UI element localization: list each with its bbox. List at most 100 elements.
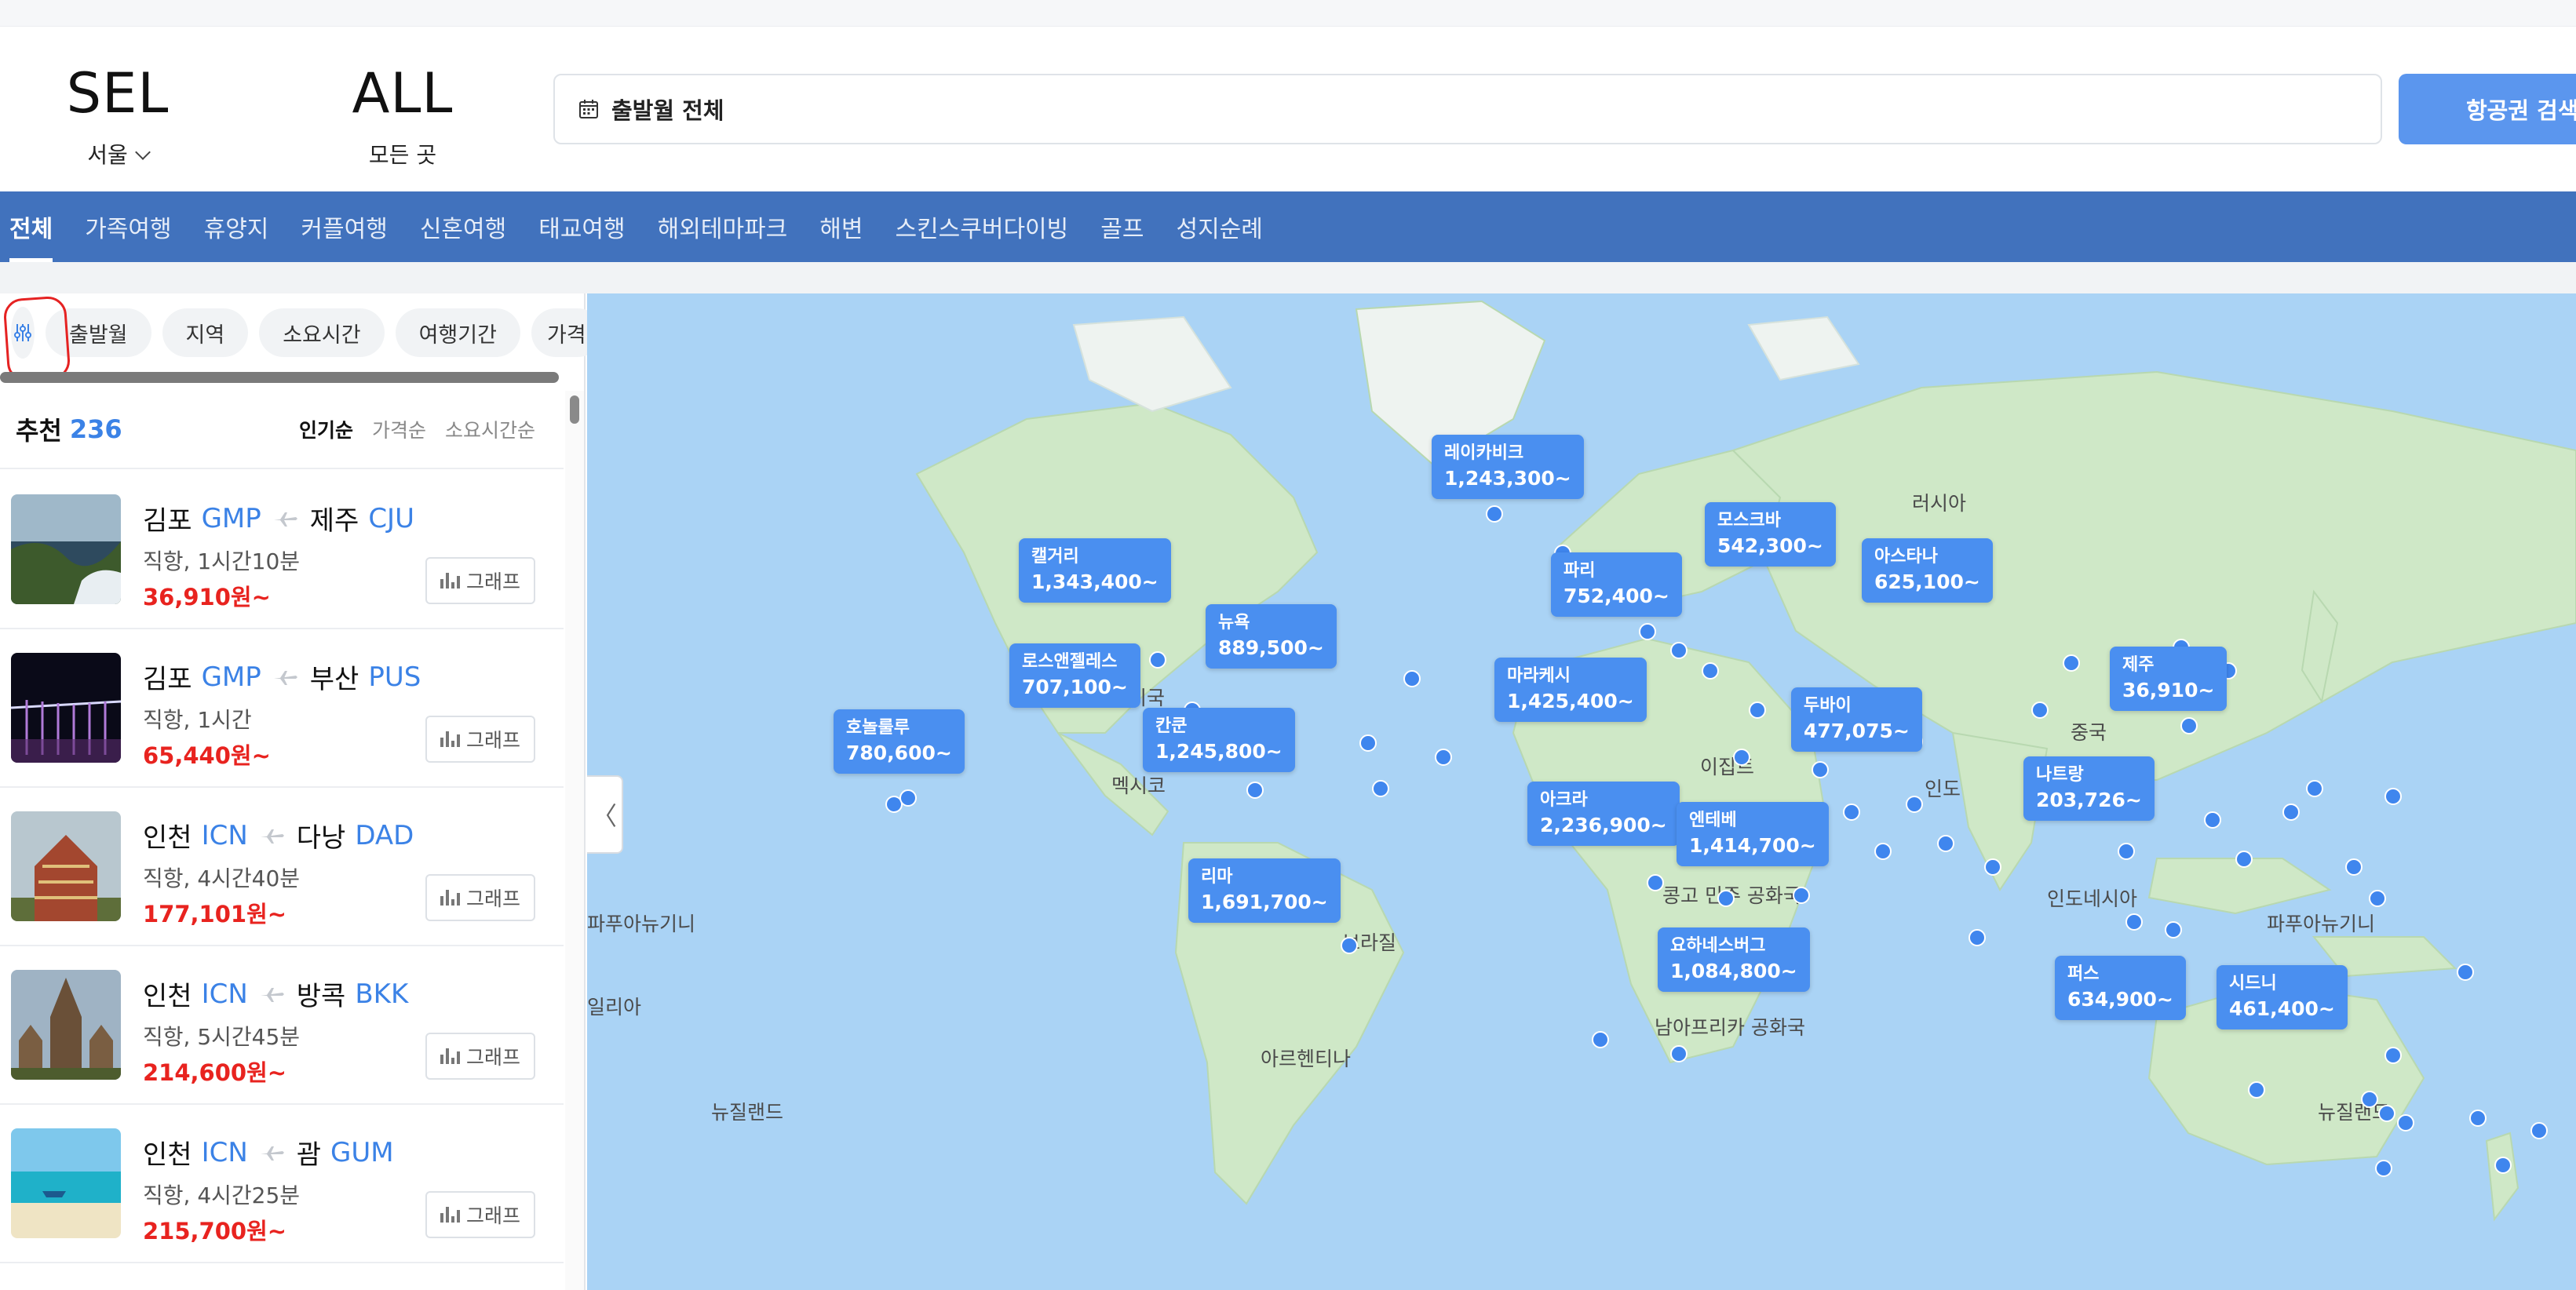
airport-dot[interactable] — [2457, 964, 2474, 981]
airport-dot[interactable] — [1341, 937, 1358, 954]
airport-dot[interactable] — [1246, 782, 1264, 799]
map-pin-jeju[interactable]: 제주 36,910~ — [2110, 647, 2228, 712]
airport-dot[interactable] — [2165, 921, 2182, 938]
map-pin-calgary[interactable]: 캘거리 1,343,400~ — [1019, 538, 1171, 603]
price-graph-button[interactable]: 그래프 — [425, 1191, 535, 1238]
airport-dot[interactable] — [1486, 505, 1503, 523]
tab-pilgrimage[interactable]: 성지순례 — [1176, 191, 1262, 262]
sort-price[interactable]: 가격순 — [372, 415, 426, 443]
airport-dot[interactable] — [2180, 717, 2198, 734]
list-scrollbar-thumb[interactable] — [570, 395, 579, 424]
airport-dot[interactable] — [1733, 749, 1750, 766]
airport-dot[interactable] — [2369, 890, 2386, 907]
price-graph-button[interactable]: 그래프 — [425, 557, 535, 604]
airport-dot[interactable] — [2384, 788, 2402, 805]
airport-dot[interactable] — [1793, 887, 1810, 904]
map-pin-honolulu[interactable]: 호놀룰루 780,600~ — [834, 709, 965, 774]
collapse-panel-button[interactable]: 〈 — [587, 775, 623, 854]
map-pin-entebbe[interactable]: 엔테베 1,414,700~ — [1677, 802, 1829, 867]
airport-dot[interactable] — [2306, 780, 2323, 797]
tab-family[interactable]: 가족여행 — [85, 191, 171, 262]
tab-couple[interactable]: 커플여행 — [301, 191, 387, 262]
origin-selector[interactable]: SEL 서울 — [0, 66, 235, 169]
airport-dot[interactable] — [2530, 1122, 2548, 1139]
map-pin-johannesburg[interactable]: 요하네스버그 1,084,800~ — [1658, 927, 1810, 993]
filter-settings-button[interactable] — [2, 295, 71, 383]
airport-dot[interactable] — [1592, 1031, 1609, 1048]
airport-dot[interactable] — [1670, 1045, 1688, 1062]
airport-dot[interactable] — [2031, 701, 2049, 719]
price-graph-button[interactable]: 그래프 — [425, 874, 535, 921]
airport-dot[interactable] — [1149, 651, 1166, 669]
map-pin-dubai[interactable]: 두바이 477,075~ — [1791, 687, 1922, 752]
flight-item[interactable]: 인천 ICN 방콕 BKK 직항, 5시간45분 214,600원~ 그래프 — [0, 946, 564, 1105]
airport-dot[interactable] — [899, 789, 917, 807]
airport-dot[interactable] — [2378, 1105, 2395, 1122]
airport-dot[interactable] — [2118, 843, 2135, 860]
filter-chip-duration[interactable]: 소요시간 — [259, 308, 385, 357]
tab-resort[interactable]: 휴양지 — [204, 191, 269, 262]
airport-dot[interactable] — [1639, 623, 1656, 640]
map-pin-sydney[interactable]: 시드니 461,400~ — [2217, 965, 2348, 1030]
airport-dot[interactable] — [2384, 1047, 2402, 1064]
world-map[interactable]: 러시아 중국 인도 이집트 미국 멕시코 브라질 아르헨티나 뉴질랜드 파푸아뉴… — [587, 293, 2576, 1290]
airport-dot[interactable] — [2361, 1091, 2378, 1108]
flight-search-button[interactable]: 항공권 검색 — [2399, 74, 2576, 144]
airport-dot[interactable] — [1968, 929, 1986, 946]
airport-dot[interactable] — [1403, 670, 1421, 687]
airport-dot[interactable] — [2469, 1110, 2487, 1127]
airport-dot[interactable] — [1984, 858, 2001, 876]
airport-dot[interactable] — [1647, 874, 1664, 891]
tab-scuba[interactable]: 스킨스쿠버다이빙 — [895, 191, 1068, 262]
airport-dot[interactable] — [2125, 913, 2143, 931]
destination-selector[interactable]: ALL 모든 곳 — [285, 66, 520, 169]
airport-dot[interactable] — [2345, 858, 2363, 876]
airport-dot[interactable] — [1435, 749, 1452, 766]
map-pin-marrakech[interactable]: 마라케시 1,425,400~ — [1494, 658, 1647, 723]
airport-dot[interactable] — [1702, 662, 1719, 680]
filter-horizontal-scrollbar[interactable] — [0, 372, 559, 383]
map-pin-cancun[interactable]: 칸쿤 1,245,800~ — [1143, 708, 1295, 773]
map-pin-lima[interactable]: 리마 1,691,700~ — [1188, 858, 1341, 924]
airport-dot[interactable] — [1372, 780, 1389, 797]
map-pin-nha-trang[interactable]: 나트랑 203,726~ — [2023, 756, 2155, 822]
flight-item[interactable]: 김포 GMP 제주 CJU 직항, 1시간10분 36,910원~ 그래프 — [0, 471, 564, 629]
sort-duration[interactable]: 소요시간순 — [445, 415, 535, 443]
airport-dot[interactable] — [2235, 851, 2253, 868]
tab-honeymoon[interactable]: 신혼여행 — [420, 191, 506, 262]
price-graph-button[interactable]: 그래프 — [425, 716, 535, 763]
flight-item[interactable]: 김포 GMP 부산 PUS 직항, 1시간 65,440원~ 그래프 — [0, 629, 564, 788]
airport-dot[interactable] — [2494, 1157, 2512, 1174]
airport-dot[interactable] — [2063, 654, 2080, 672]
tab-golf[interactable]: 골프 — [1100, 191, 1144, 262]
airport-dot[interactable] — [1874, 843, 1892, 860]
airport-dot[interactable] — [1843, 804, 1860, 821]
filter-chip-trip-length[interactable]: 여행기간 — [395, 308, 520, 357]
map-pin-new-york[interactable]: 뉴욕 889,500~ — [1206, 604, 1337, 669]
tab-babymoon[interactable]: 태교여행 — [538, 191, 625, 262]
departure-month-field[interactable]: 출발월 전체 — [553, 74, 2382, 144]
flight-item[interactable]: 인천 ICN 다낭 DAD 직항, 4시간40분 177,101원~ 그래프 — [0, 788, 564, 946]
airport-dot[interactable] — [1359, 734, 1377, 752]
map-pin-reykjavik[interactable]: 레이카비크 1,243,300~ — [1432, 435, 1584, 500]
airport-dot[interactable] — [1906, 796, 1923, 813]
tab-beach[interactable]: 해변 — [819, 191, 863, 262]
flight-item[interactable]: 인천 ICN 괌 GUM 직항, 4시간25분 215,700원~ 그래프 — [0, 1105, 564, 1263]
map-pin-accra[interactable]: 아크라 2,236,900~ — [1527, 782, 1680, 847]
airport-dot[interactable] — [1717, 890, 1735, 907]
map-pin-perth[interactable]: 퍼스 634,900~ — [2055, 956, 2186, 1021]
airport-dot[interactable] — [2282, 804, 2300, 821]
airport-dot[interactable] — [1937, 835, 1954, 852]
airport-dot[interactable] — [2204, 811, 2221, 829]
tab-all[interactable]: 전체 — [9, 191, 53, 262]
airport-dot[interactable] — [1670, 642, 1688, 659]
airport-dot[interactable] — [1812, 761, 1829, 778]
sort-popular[interactable]: 인기순 — [299, 415, 353, 443]
map-pin-paris[interactable]: 파리 752,400~ — [1551, 552, 1682, 618]
airport-dot[interactable] — [2248, 1081, 2265, 1099]
airport-dot[interactable] — [2375, 1160, 2392, 1177]
airport-dot[interactable] — [1749, 701, 1766, 719]
map-pin-los-angeles[interactable]: 로스앤젤레스 707,100~ — [1009, 643, 1140, 709]
airport-dot[interactable] — [2397, 1114, 2414, 1131]
tab-theme-park[interactable]: 해외테마파크 — [658, 191, 788, 262]
